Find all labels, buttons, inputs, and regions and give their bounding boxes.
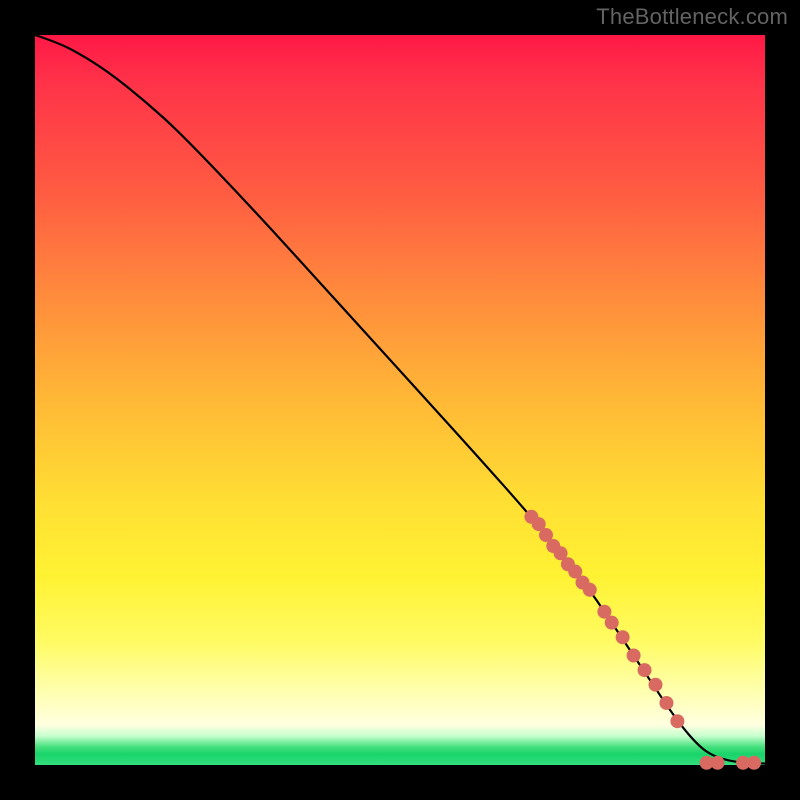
chart-svg (35, 35, 765, 765)
markers-group (524, 510, 761, 770)
marker-dot (711, 756, 725, 770)
marker-dot (605, 616, 619, 630)
chart-wrapper: TheBottleneck.com (0, 0, 800, 800)
attribution-label: TheBottleneck.com (596, 4, 788, 30)
marker-dot (649, 678, 663, 692)
performance-curve (35, 35, 765, 764)
plot-area (35, 35, 765, 765)
marker-dot (670, 714, 684, 728)
marker-dot (747, 756, 761, 770)
marker-dot (616, 630, 630, 644)
marker-dot (659, 696, 673, 710)
marker-dot (583, 583, 597, 597)
marker-dot (627, 649, 641, 663)
marker-dot (638, 663, 652, 677)
